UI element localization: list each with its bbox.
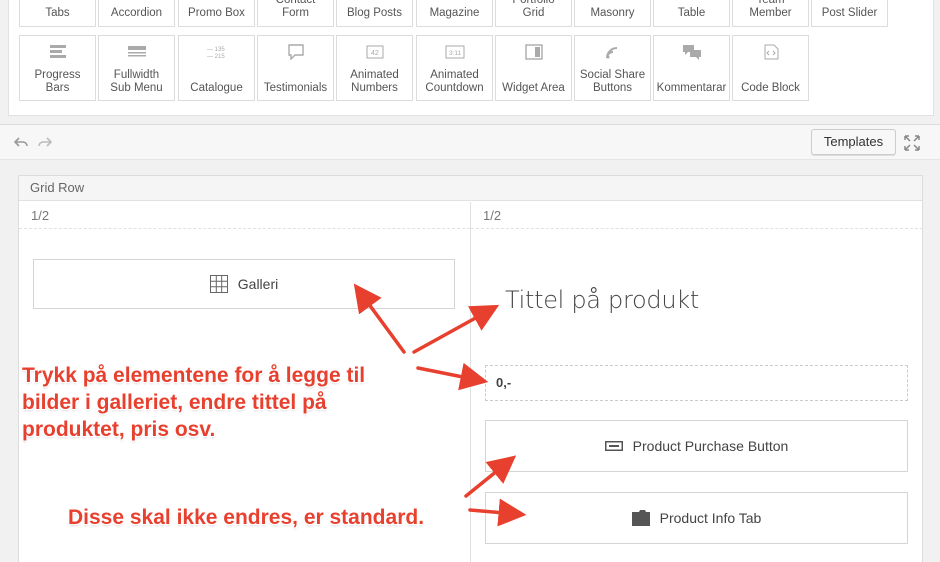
element-tile-label: Blog Posts bbox=[347, 7, 402, 19]
element-tile-contact-form[interactable]: Contact Form bbox=[257, 0, 334, 27]
svg-text:42: 42 bbox=[371, 50, 379, 57]
widget-area-icon bbox=[524, 44, 543, 60]
product-info-tab-label: Product Info Tab bbox=[659, 510, 762, 526]
element-tile-fullwidth-submenu[interactable]: Fullwidth Sub Menu bbox=[98, 35, 175, 101]
element-tile-label: Fullwidth Sub Menu bbox=[110, 69, 163, 94]
element-tile-code-block[interactable]: Code Block bbox=[732, 35, 809, 101]
column-size-label: 1/2 bbox=[19, 202, 470, 229]
svg-text:— 135: — 135 bbox=[207, 47, 225, 53]
code-block-icon bbox=[764, 44, 778, 60]
redo-icon[interactable] bbox=[38, 135, 52, 149]
progress-bars-icon bbox=[49, 45, 66, 58]
button-icon bbox=[604, 441, 623, 451]
info-tab-icon bbox=[631, 510, 650, 526]
element-tile-label: Masonry bbox=[590, 7, 635, 19]
fullwidth-submenu-icon bbox=[127, 46, 146, 57]
testimonials-icon bbox=[287, 44, 304, 60]
element-tile-social-share[interactable]: Social Share Buttons bbox=[574, 35, 651, 101]
galleri-label: Galleri bbox=[237, 276, 279, 292]
product-purchase-button-element[interactable]: Product Purchase Button bbox=[485, 420, 908, 472]
animated-numbers-icon: 42 bbox=[366, 45, 383, 59]
element-tile-portfolio-grid[interactable]: Portfolio Grid bbox=[495, 0, 572, 27]
element-tile-label: Contact Form bbox=[275, 0, 316, 19]
element-tile-label: Widget Area bbox=[502, 82, 565, 94]
undo-icon[interactable] bbox=[14, 135, 28, 149]
product-title-element[interactable]: Tittel på produkt bbox=[505, 286, 699, 314]
annotation-standard: Disse skal ikke endres, er standard. bbox=[68, 506, 425, 529]
element-tile-table[interactable]: Table bbox=[653, 0, 730, 27]
element-tile-label: Tabs bbox=[45, 7, 70, 19]
column-size-label: 1/2 bbox=[471, 202, 923, 229]
element-tile-label: Table bbox=[677, 7, 706, 19]
element-tile-label: Magazine bbox=[429, 7, 480, 19]
element-tile-animated-countdown[interactable]: 3:11 Animated Countdown bbox=[416, 35, 493, 101]
grid-row-title: Grid Row bbox=[19, 176, 922, 201]
element-tile-label: Post Slider bbox=[821, 7, 878, 19]
element-tile-widget-area[interactable]: Widget Area bbox=[495, 35, 572, 101]
element-tile-label: Progress Bars bbox=[34, 69, 81, 94]
column-right: 1/2 Tittel på produkt 0,- Product Purcha… bbox=[471, 202, 923, 562]
element-tile-promo-box[interactable]: Promo Box bbox=[178, 0, 255, 27]
element-tile-label: Animated Numbers bbox=[350, 69, 399, 94]
galleri-element[interactable]: Galleri bbox=[33, 259, 455, 309]
element-tile-label: Accordion bbox=[110, 7, 163, 19]
svg-text:3:11: 3:11 bbox=[449, 50, 462, 57]
element-tile-accordion[interactable]: Accordion bbox=[98, 0, 175, 27]
element-tile-blog-posts[interactable]: Blog Posts bbox=[336, 0, 413, 27]
element-tile-comments[interactable]: Kommentarar bbox=[653, 35, 730, 101]
product-purchase-label: Product Purchase Button bbox=[632, 438, 789, 454]
element-tile-label: Kommentarar bbox=[656, 82, 727, 94]
element-tile-masonry[interactable]: Masonry bbox=[574, 0, 651, 27]
element-tile-label: Promo Box bbox=[188, 7, 245, 19]
element-tile-post-slider[interactable]: Post Slider bbox=[811, 0, 888, 27]
animated-countdown-icon: 3:11 bbox=[445, 45, 464, 59]
element-tile-label: Portfolio Grid bbox=[512, 0, 555, 19]
element-tile-magazine[interactable]: Magazine bbox=[416, 0, 493, 27]
element-tile-testimonials[interactable]: Testimonials bbox=[257, 35, 334, 101]
element-tile-label: Code Block bbox=[741, 82, 800, 94]
svg-text:— 215: — 215 bbox=[207, 54, 225, 60]
element-tile-label: Team Member bbox=[749, 0, 792, 19]
element-tile-label: Catalogue bbox=[190, 82, 243, 94]
element-tile-label: Animated Countdown bbox=[425, 69, 484, 94]
product-info-tab-element[interactable]: Product Info Tab bbox=[485, 492, 908, 544]
social-share-icon bbox=[605, 47, 617, 59]
annotation-instructions: Trykk på elementene for å legge til bild… bbox=[22, 364, 366, 441]
comments-icon bbox=[682, 45, 701, 60]
element-tile-animated-numbers[interactable]: 42 Animated Numbers bbox=[336, 35, 413, 101]
builder-toolbar: Templates bbox=[0, 124, 940, 160]
element-tile-tabs[interactable]: Tabs bbox=[19, 0, 96, 27]
templates-button[interactable]: Templates bbox=[811, 129, 896, 155]
element-tile-team-member[interactable]: Team Member bbox=[732, 0, 809, 27]
grid-icon bbox=[209, 275, 228, 293]
element-tile-catalogue[interactable]: — 135— 215 Catalogue bbox=[178, 35, 255, 101]
element-tile-label: Social Share Buttons bbox=[579, 69, 646, 94]
product-price-element[interactable]: 0,- bbox=[485, 365, 908, 401]
element-tile-label: Testimonials bbox=[263, 82, 328, 94]
catalogue-icon: — 135— 215 bbox=[207, 47, 225, 60]
element-picker: Tabs Accordion Promo Box Contact Form Blog P… bbox=[8, 0, 934, 116]
fullscreen-icon[interactable] bbox=[904, 135, 920, 151]
element-tile-progress-bars[interactable]: Progress Bars bbox=[19, 35, 96, 101]
